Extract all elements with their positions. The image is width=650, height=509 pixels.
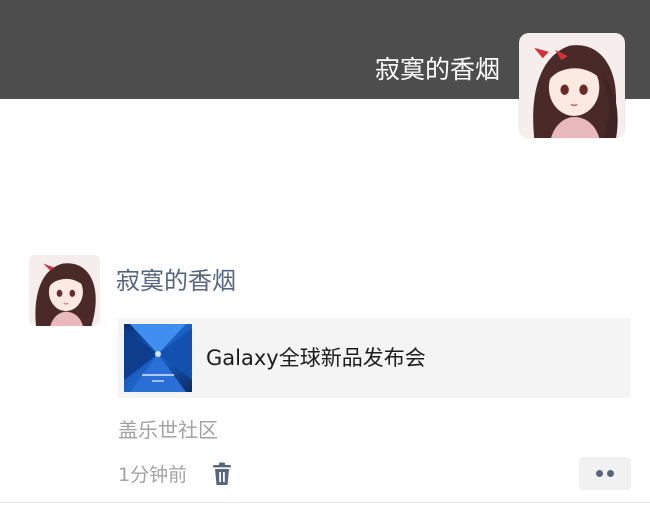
dot — [596, 470, 603, 477]
header-username[interactable]: 寂寞的香烟 — [375, 55, 500, 85]
trash-icon[interactable] — [212, 462, 232, 486]
post-author-avatar[interactable] — [29, 255, 100, 326]
post-author-name[interactable]: 寂寞的香烟 — [116, 266, 236, 296]
post-source[interactable]: 盖乐世社区 — [118, 416, 218, 444]
post-timestamp: 1分钟前 — [118, 464, 188, 486]
shared-link-card[interactable]: Galaxy全球新品发布会 — [118, 318, 631, 398]
link-title: Galaxy全球新品发布会 — [206, 346, 426, 370]
header-avatar[interactable] — [519, 33, 625, 138]
anime-girl-avatar-icon — [29, 255, 100, 326]
more-dots-icon[interactable] — [579, 457, 631, 490]
divider — [0, 502, 650, 503]
link-thumbnail — [124, 324, 192, 392]
dot — [607, 470, 614, 477]
anime-girl-avatar-icon — [519, 33, 625, 138]
moments-page: 寂寞的香烟 寂寞的香烟 Galaxy全球新品发布会 盖乐世社区 1分钟前 — [0, 0, 650, 509]
galaxy-launch-thumbnail-icon — [124, 324, 192, 392]
